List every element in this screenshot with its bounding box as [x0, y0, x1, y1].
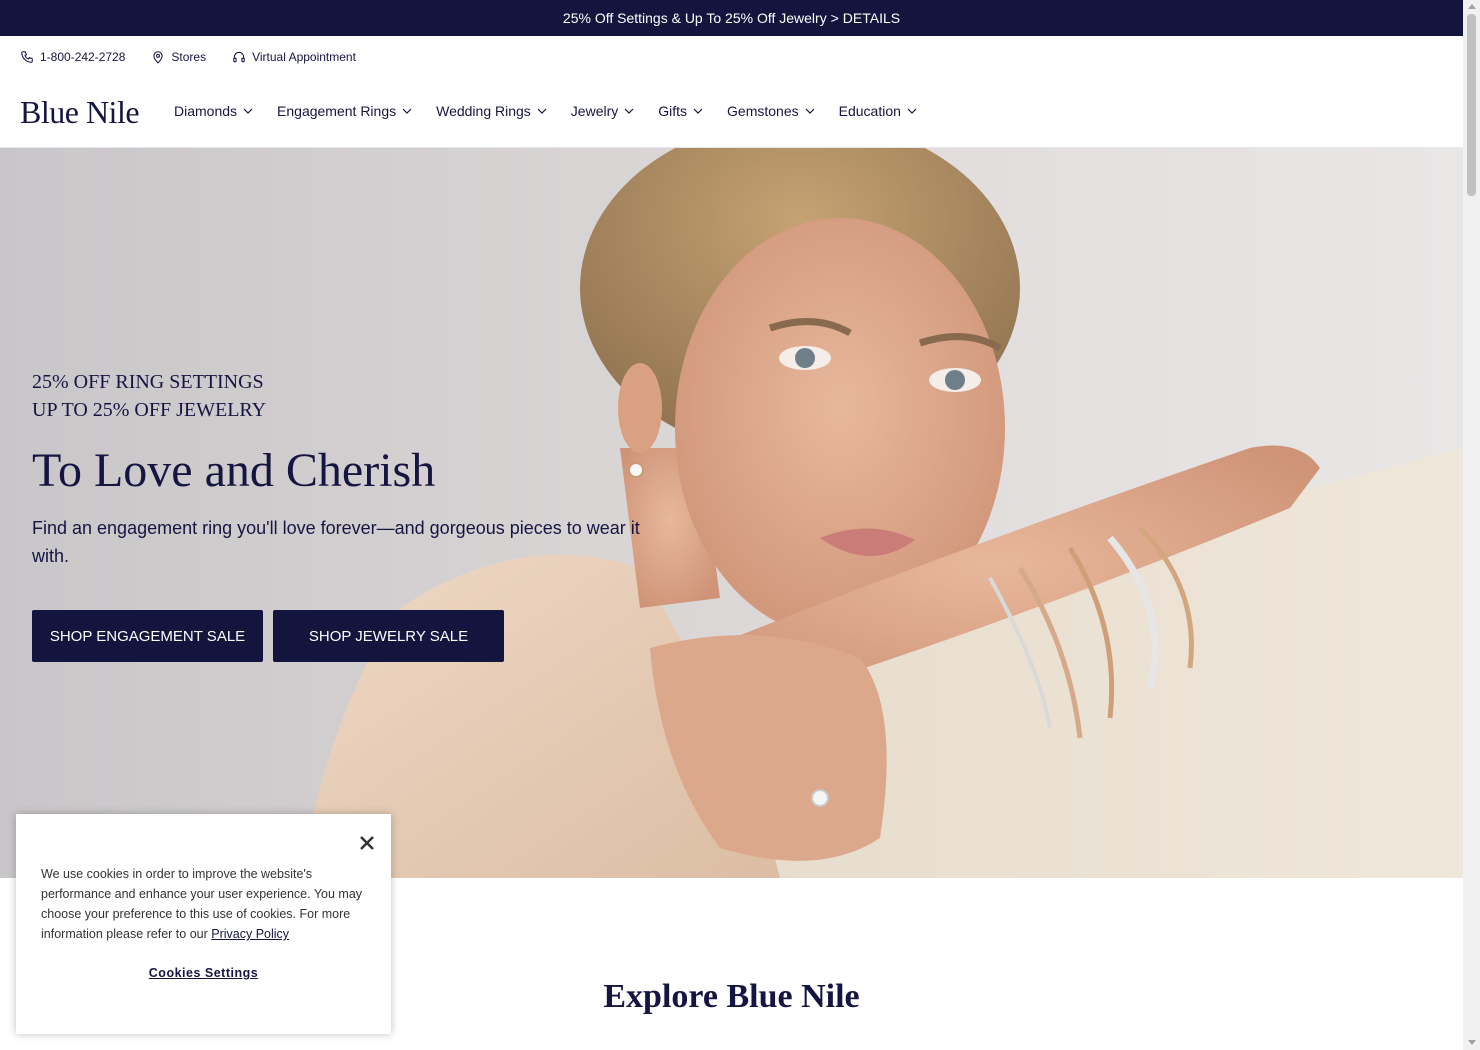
nav-label: Gemstones [727, 103, 799, 119]
nav-item-gemstones[interactable]: Gemstones [727, 103, 839, 119]
phone-number: 1-800-242-2728 [40, 50, 126, 64]
chevron-down-icon [805, 108, 815, 114]
nav-item-wedding-rings[interactable]: Wedding Rings [436, 103, 571, 119]
cookies-settings-button[interactable]: Cookies Settings [16, 966, 391, 980]
nav-label: Education [838, 103, 901, 119]
virtual-appointment-label: Virtual Appointment [252, 50, 356, 64]
nav-item-diamonds[interactable]: Diamonds [174, 103, 277, 119]
nav-label: Wedding Rings [436, 103, 531, 119]
phone-icon [21, 51, 33, 63]
stores-link[interactable]: Stores [151, 50, 206, 64]
chevron-down-icon [907, 108, 917, 114]
hero-content: 25% OFF RING SETTINGS UP TO 25% OFF JEWE… [32, 368, 652, 662]
chevron-down-icon [243, 108, 253, 114]
shop-engagement-sale-button[interactable]: SHOP ENGAGEMENT SALE [32, 610, 263, 662]
scroll-up-arrow-icon[interactable] [1468, 4, 1476, 9]
main-navigation: Blue Nile Diamonds Engagement Rings Wedd… [0, 88, 1463, 148]
promo-banner[interactable]: 25% Off Settings & Up To 25% Off Jewelry… [0, 0, 1463, 36]
chevron-down-icon [624, 108, 634, 114]
hero-button-group: SHOP ENGAGEMENT SALE SHOP JEWELRY SALE [32, 610, 652, 662]
page-scrollbar[interactable] [1463, 0, 1480, 1050]
nav-item-education[interactable]: Education [839, 103, 941, 119]
nav-label: Engagement Rings [277, 103, 397, 119]
promo-details-link[interactable]: DETAILS [843, 10, 900, 26]
hero-title: To Love and Cherish [32, 444, 436, 497]
cookie-text: We use cookies in order to improve the w… [41, 867, 363, 941]
promo-text: 25% Off Settings & Up To 25% Off Jewelry… [562, 10, 839, 26]
cookie-message: We use cookies in order to improve the w… [41, 864, 371, 944]
nav-label: Gifts [658, 103, 688, 119]
nav-item-engagement-rings[interactable]: Engagement Rings [277, 103, 436, 119]
nav-label: Jewelry [570, 103, 619, 119]
scroll-down-arrow-icon[interactable] [1468, 1040, 1476, 1045]
nav-item-jewelry[interactable]: Jewelry [571, 103, 658, 119]
hero-eyebrow-2: UP TO 25% OFF JEWELRY [32, 399, 267, 421]
hero-description: Find an engagement ring you'll love fore… [32, 518, 640, 566]
virtual-appointment-link[interactable]: Virtual Appointment [232, 50, 356, 64]
close-icon[interactable] [356, 832, 378, 854]
scrollbar-thumb[interactable] [1467, 14, 1476, 196]
phone-link[interactable]: 1-800-242-2728 [20, 50, 125, 64]
headset-icon [233, 51, 245, 63]
hero-eyebrow-1: 25% OFF RING SETTINGS [32, 371, 264, 393]
privacy-policy-link[interactable]: Privacy Policy [211, 927, 289, 941]
nav-menu: Diamonds Engagement Rings Wedding Rings … [174, 103, 941, 119]
hero-banner: 25% OFF RING SETTINGS UP TO 25% OFF JEWE… [0, 148, 1463, 878]
utility-bar: 1-800-242-2728 Stores Virtual Appointmen… [20, 48, 356, 66]
chevron-down-icon [537, 108, 547, 114]
nav-label: Diamonds [174, 103, 238, 119]
blue-nile-logo[interactable]: Blue Nile [20, 94, 140, 131]
cookie-consent-banner: We use cookies in order to improve the w… [16, 814, 391, 1034]
location-pin-icon [153, 51, 164, 64]
shop-jewelry-sale-button[interactable]: SHOP JEWELRY SALE [273, 610, 504, 662]
chevron-down-icon [693, 108, 703, 114]
stores-label: Stores [171, 50, 207, 64]
chevron-down-icon [402, 108, 412, 114]
nav-item-gifts[interactable]: Gifts [658, 103, 727, 119]
